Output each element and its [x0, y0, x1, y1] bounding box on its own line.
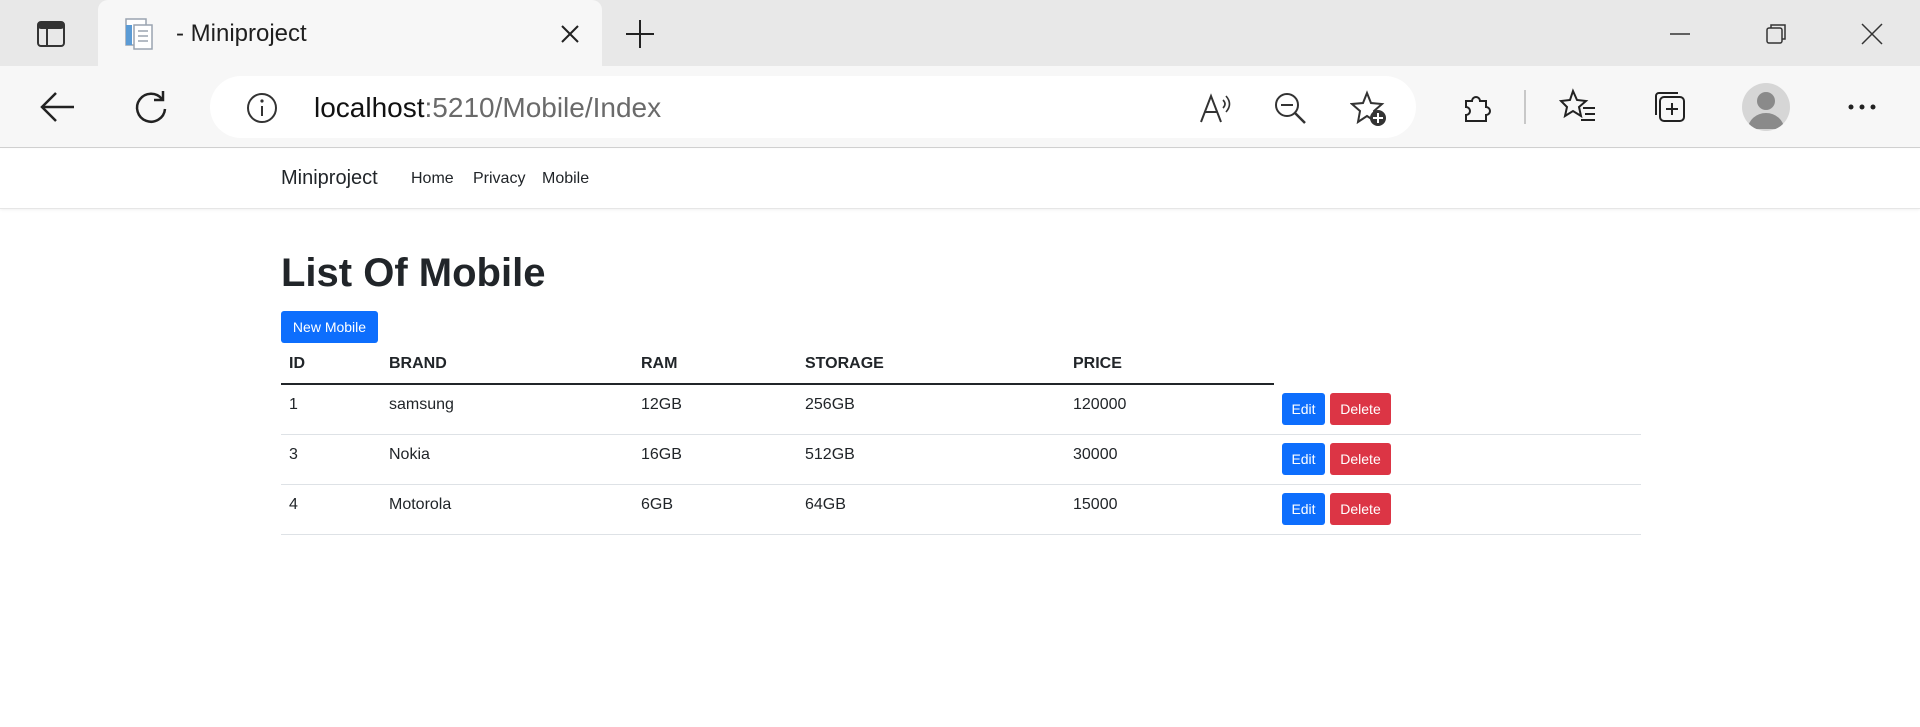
avatar-icon[interactable]	[1742, 83, 1790, 131]
read-aloud-icon[interactable]	[1198, 90, 1234, 126]
nav-link-home[interactable]: Home	[411, 170, 454, 188]
collections-icon[interactable]	[1648, 85, 1692, 129]
toolbar-divider	[1524, 90, 1526, 124]
nav-link-privacy[interactable]: Privacy	[473, 170, 525, 188]
refresh-icon[interactable]	[129, 85, 173, 129]
nav-link-mobile[interactable]: Mobile	[542, 170, 589, 188]
edit-button[interactable]: Edit	[1282, 493, 1325, 525]
restore-icon[interactable]	[1762, 20, 1790, 48]
cell-id: 3	[289, 446, 298, 463]
tab-bar: - Miniproject	[0, 0, 1920, 66]
edit-button[interactable]: Edit	[1282, 393, 1325, 425]
column-header-brand: BRAND	[389, 355, 447, 372]
row-divider	[281, 484, 1641, 485]
edit-button[interactable]: Edit	[1282, 443, 1325, 475]
browser-toolbar: localhost:5210/Mobile/Index	[0, 66, 1920, 148]
url-host: localhost	[314, 92, 425, 123]
minimize-icon[interactable]	[1666, 20, 1694, 48]
cell-brand: samsung	[389, 396, 454, 413]
cell-id: 4	[289, 496, 298, 513]
cell-ram: 12GB	[641, 396, 682, 413]
column-header-storage: STORAGE	[805, 355, 884, 372]
address-bar[interactable]: localhost:5210/Mobile/Index	[210, 76, 1416, 138]
cell-ram: 16GB	[641, 446, 682, 463]
extensions-icon[interactable]	[1454, 85, 1498, 129]
cell-storage: 64GB	[805, 496, 846, 513]
row-divider	[281, 534, 1641, 535]
info-icon[interactable]	[246, 92, 278, 124]
column-header-ram: RAM	[641, 355, 678, 372]
cell-brand: Motorola	[389, 496, 452, 513]
delete-button[interactable]: Delete	[1330, 393, 1391, 425]
row-divider	[281, 434, 1641, 435]
back-icon[interactable]	[36, 85, 80, 129]
close-icon[interactable]	[556, 20, 584, 48]
page-title: List Of Mobile	[281, 251, 546, 295]
favorites-icon[interactable]	[1556, 85, 1600, 129]
sidebar-icon[interactable]	[28, 14, 74, 54]
url-path: :5210/Mobile/Index	[424, 92, 662, 123]
cell-price: 15000	[1073, 496, 1118, 513]
delete-button[interactable]: Delete	[1330, 443, 1391, 475]
cell-price: 120000	[1073, 396, 1127, 413]
column-header-id: ID	[289, 355, 305, 372]
add-favorite-icon[interactable]	[1349, 90, 1386, 126]
plus-icon[interactable]	[620, 14, 660, 54]
table-header-divider	[281, 383, 1274, 385]
column-header-price: PRICE	[1073, 355, 1122, 372]
site-navbar: Miniproject Home Privacy Mobile	[0, 149, 1920, 209]
cell-storage: 256GB	[805, 396, 855, 413]
more-icon[interactable]	[1840, 85, 1884, 129]
close-window-icon[interactable]	[1858, 20, 1886, 48]
cell-price: 30000	[1073, 446, 1118, 463]
page-favicon-icon	[122, 17, 156, 51]
url-text[interactable]: localhost:5210/Mobile/Index	[314, 92, 661, 124]
zoom-out-icon[interactable]	[1272, 90, 1308, 126]
cell-storage: 512GB	[805, 446, 855, 463]
cell-id: 1	[289, 396, 298, 413]
delete-button[interactable]: Delete	[1330, 493, 1391, 525]
cell-ram: 6GB	[641, 496, 674, 513]
page-content: Miniproject Home Privacy Mobile List Of …	[0, 149, 1920, 727]
active-tab[interactable]: - Miniproject	[98, 0, 602, 66]
cell-brand: Nokia	[389, 446, 430, 463]
new-mobile-button[interactable]: New Mobile	[281, 311, 378, 343]
tab-title: - Miniproject	[176, 20, 307, 47]
navbar-brand[interactable]: Miniproject	[281, 167, 378, 190]
